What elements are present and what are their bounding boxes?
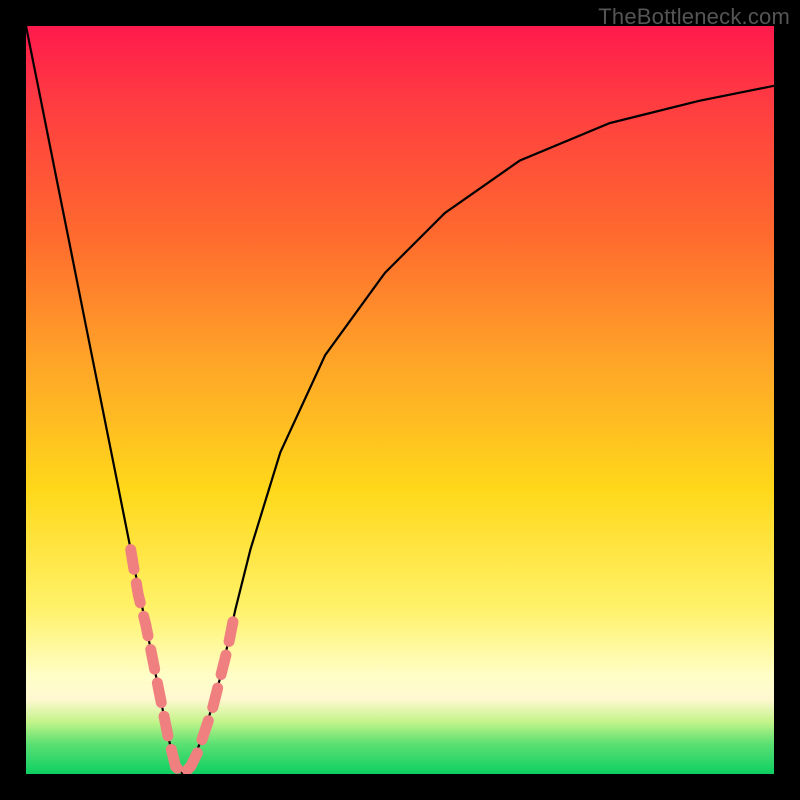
highlight-near-minimum xyxy=(131,550,236,774)
curve-layer xyxy=(26,26,774,774)
chart-frame: TheBottleneck.com xyxy=(0,0,800,800)
plot-area xyxy=(26,26,774,774)
bottleneck-curve xyxy=(26,26,774,774)
